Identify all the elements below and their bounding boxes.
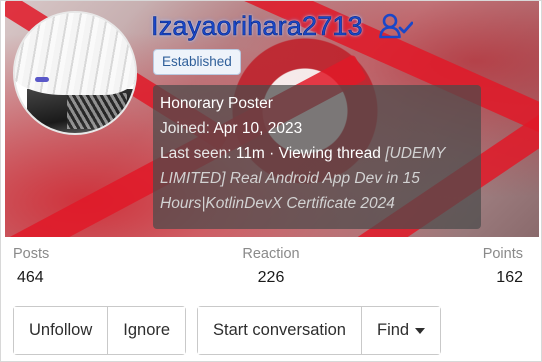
joined-date: Apr 10, 2023 bbox=[213, 120, 303, 137]
member-card: Izayaorihara2713 Established Honorary Po… bbox=[0, 0, 542, 362]
find-button-label: Find bbox=[376, 321, 410, 339]
find-button[interactable]: Find bbox=[360, 307, 441, 354]
conversation-find-group: Start conversation Find bbox=[197, 306, 442, 355]
follow-ignore-group: Unfollow Ignore bbox=[13, 306, 187, 355]
activity-label: Viewing thread bbox=[278, 145, 381, 162]
stat-reaction-label: Reaction bbox=[242, 246, 300, 262]
avatar-hair bbox=[15, 13, 135, 95]
avatar-eye bbox=[35, 77, 49, 82]
stat-reaction: Reaction 226 bbox=[1, 246, 541, 287]
activity-thread-link[interactable]: Hours|KotlinDevX Certificate 2024 bbox=[160, 191, 481, 216]
activity-thread-link[interactable]: LIMITED] Real Android App Dev in 15 bbox=[160, 166, 481, 191]
start-conversation-button[interactable]: Start conversation bbox=[198, 307, 361, 354]
joined-row: Joined: Apr 10, 2023 bbox=[160, 116, 481, 141]
user-check-icon bbox=[379, 13, 413, 39]
member-stats: Posts 464 Reaction 226 Points 162 bbox=[1, 237, 541, 295]
unfollow-button[interactable]: Unfollow bbox=[14, 307, 108, 354]
activity-separator: · bbox=[269, 145, 275, 162]
caret-down-icon bbox=[415, 327, 426, 334]
ignore-button[interactable]: Ignore bbox=[107, 307, 186, 354]
avatar-shading bbox=[67, 93, 127, 129]
last-seen-label: Last seen: bbox=[160, 145, 232, 162]
user-title-badge: Established bbox=[153, 49, 241, 75]
avatar[interactable] bbox=[13, 11, 137, 135]
member-info-panel: Honorary Poster Joined: Apr 10, 2023 Las… bbox=[153, 85, 481, 229]
joined-label: Joined: bbox=[160, 120, 210, 137]
member-title: Honorary Poster bbox=[160, 95, 273, 112]
last-seen-row: Last seen: 11m · Viewing thread [UDEMY bbox=[160, 141, 481, 166]
username-link[interactable]: Izayaorihara2713 bbox=[151, 11, 363, 42]
stat-points-label: Points bbox=[482, 246, 523, 262]
stat-points-value[interactable]: 162 bbox=[483, 269, 523, 287]
activity-thread-link[interactable]: [UDEMY bbox=[385, 145, 445, 162]
stat-points[interactable]: Points 162 bbox=[483, 246, 523, 287]
profile-banner: Izayaorihara2713 Established Honorary Po… bbox=[5, 1, 539, 237]
stat-reaction-value: 226 bbox=[257, 269, 285, 286]
last-seen-time: 11m bbox=[235, 145, 265, 162]
